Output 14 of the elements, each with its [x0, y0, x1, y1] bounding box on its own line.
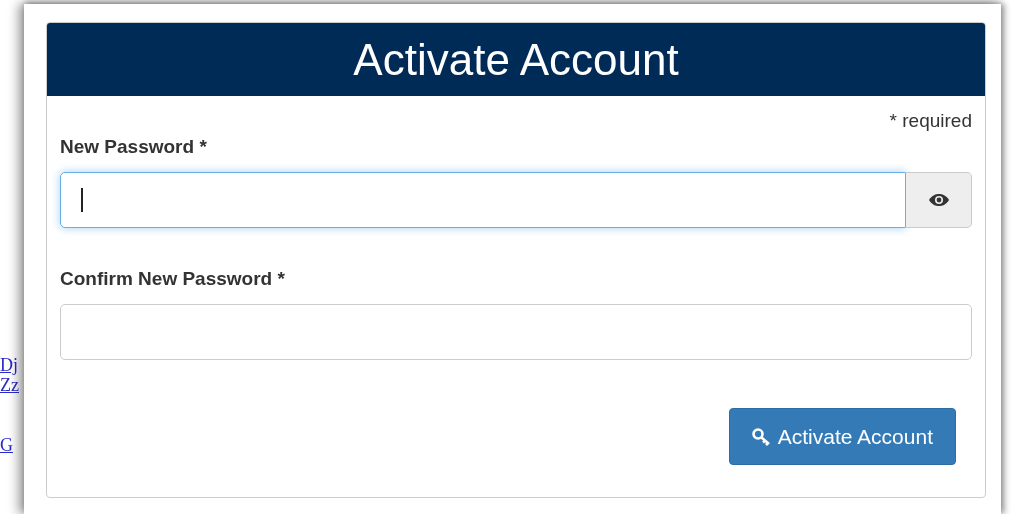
page-link[interactable]: G — [0, 435, 24, 455]
eye-icon — [927, 193, 950, 207]
required-note: * required — [889, 110, 972, 132]
activate-account-button[interactable]: Activate Account — [728, 408, 956, 465]
page-link[interactable]: Dj — [0, 355, 24, 375]
page-link[interactable]: Zz — [0, 375, 24, 395]
show-password-button[interactable] — [906, 172, 972, 228]
field-label: New Password * — [60, 136, 208, 158]
key-icon — [751, 427, 772, 446]
field-label: Confirm New Password * — [60, 268, 286, 290]
dialog-title: Activate Account — [353, 34, 679, 85]
password-field[interactable] — [60, 172, 906, 228]
text-cursor — [81, 188, 83, 212]
password-field[interactable] — [60, 304, 972, 360]
